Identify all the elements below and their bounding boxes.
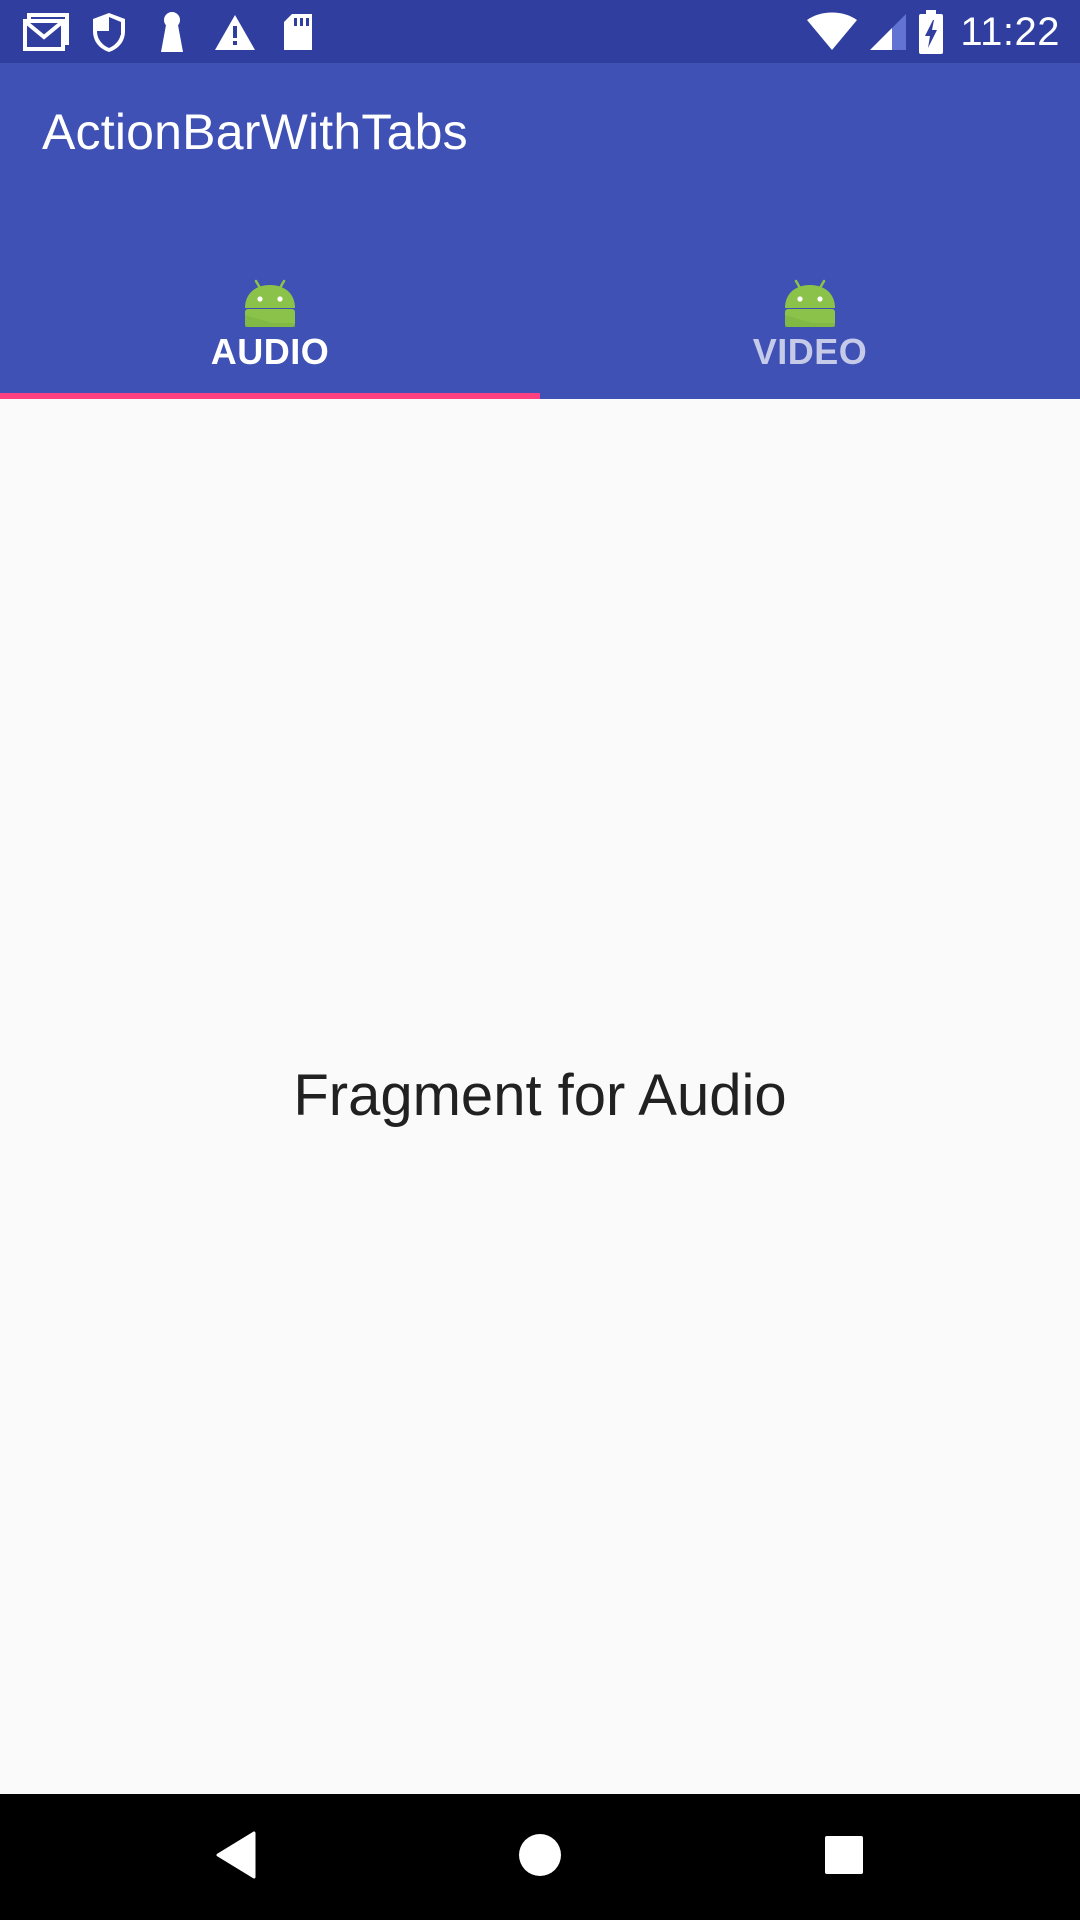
notification-icons bbox=[22, 10, 337, 54]
battery-charging-icon bbox=[918, 10, 944, 54]
fragment-container: Fragment for Audio bbox=[0, 399, 1080, 1794]
android-icon bbox=[242, 275, 298, 331]
status-clock: 11:22 bbox=[960, 9, 1060, 54]
gmail-icon bbox=[22, 10, 70, 54]
tab-audio-label: AUDIO bbox=[210, 331, 330, 372]
sd-card-icon bbox=[274, 10, 322, 54]
home-button[interactable] bbox=[510, 1827, 570, 1887]
app-title: ActionBarWithTabs bbox=[42, 104, 468, 160]
tab-bar: AUDIO VIDEO bbox=[0, 231, 1080, 399]
recents-button[interactable] bbox=[814, 1827, 874, 1887]
back-icon bbox=[214, 1831, 258, 1884]
status-bar: 11:22 bbox=[0, 0, 1080, 63]
tab-video-label: VIDEO bbox=[752, 331, 868, 372]
tab-audio[interactable]: AUDIO bbox=[0, 231, 540, 399]
navigation-bar bbox=[0, 1794, 1080, 1920]
tab-video[interactable]: VIDEO bbox=[540, 231, 1080, 399]
cell-signal-icon bbox=[868, 10, 908, 54]
system-status-icons: 11:22 bbox=[806, 8, 1060, 56]
warning-icon bbox=[211, 10, 259, 54]
keyhole-icon bbox=[148, 10, 196, 54]
action-bar: ActionBarWithTabs AUDIO VIDEO bbox=[0, 63, 1080, 399]
back-button[interactable] bbox=[206, 1827, 266, 1887]
screen: 11:22 ActionBarWithTabs AUDIO VIDEO Frag… bbox=[0, 0, 1080, 1920]
fragment-text: Fragment for Audio bbox=[293, 1063, 787, 1128]
home-icon bbox=[518, 1833, 562, 1882]
recents-icon bbox=[824, 1835, 864, 1880]
shield-icon bbox=[85, 10, 133, 54]
wifi-icon bbox=[806, 10, 858, 54]
android-icon bbox=[782, 275, 838, 331]
